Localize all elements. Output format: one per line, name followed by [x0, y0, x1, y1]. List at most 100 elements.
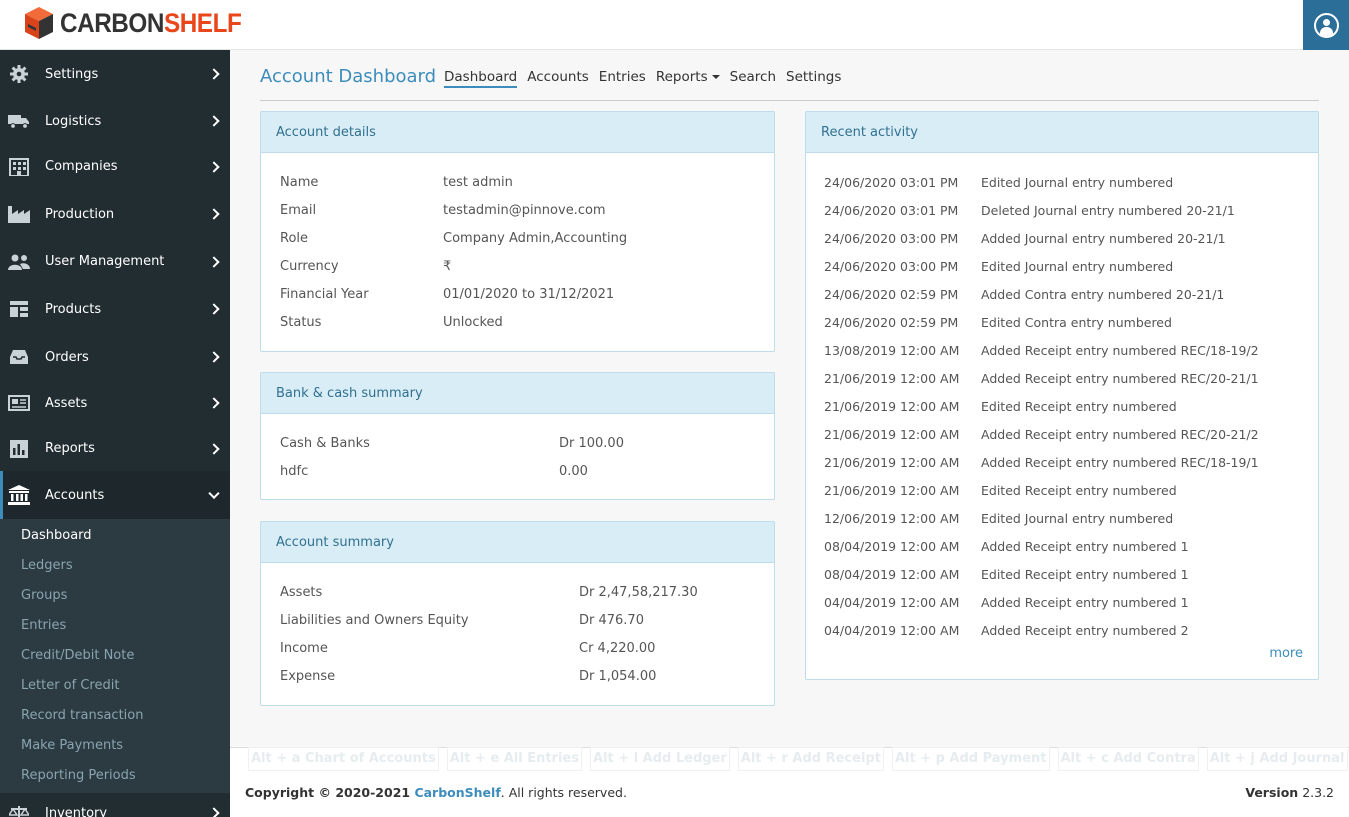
user-menu-button[interactable]	[1303, 0, 1349, 50]
sidebar-item-label: Products	[45, 301, 102, 317]
field-value: Dr 476.70	[579, 613, 644, 628]
field-value: Company Admin,Accounting	[443, 231, 628, 246]
field-value: testadmin@pinnove.com	[443, 203, 606, 218]
shortcut-hint[interactable]: Alt + l Add Ledger	[589, 747, 730, 771]
sidebar-item-settings[interactable]: Settings	[0, 50, 230, 98]
chevron-right-icon	[208, 442, 220, 455]
submenu-item-groups[interactable]: Groups	[0, 581, 230, 611]
shortcut-hint[interactable]: Alt + j Add Journal	[1206, 747, 1348, 771]
copyright-text: Copyright © 2020-2021 CarbonShelf. All r…	[245, 785, 627, 800]
shortcut-hint[interactable]: Alt + e All Entries	[446, 747, 582, 771]
activity-date: 08/04/2019 12:00 AM	[824, 567, 960, 582]
scale-icon	[8, 804, 30, 817]
chevron-right-icon	[208, 255, 220, 268]
field-value: Dr 2,47,58,217.30	[579, 585, 698, 600]
activity-text: Edited Journal entry numbered	[981, 259, 1174, 274]
field-label: Cash & Banks	[280, 436, 370, 451]
submenu-item-reporting-periods[interactable]: Reporting Periods	[0, 761, 230, 791]
activity-date: 24/06/2020 02:59 PM	[824, 315, 959, 330]
building-icon	[8, 157, 30, 176]
sidebar-item-companies[interactable]: Companies	[0, 144, 230, 189]
activity-date: 21/06/2019 12:00 AM	[824, 399, 960, 414]
sidebar-item-production[interactable]: Production	[0, 189, 230, 239]
submenu-item-letter-of-credit[interactable]: Letter of Credit	[0, 671, 230, 701]
sidebar-item-reports[interactable]: Reports	[0, 426, 230, 471]
field-label: Liabilities and Owners Equity	[280, 613, 469, 628]
submenu-item-credit-debit-note[interactable]: Credit/Debit Note	[0, 641, 230, 671]
dashboard-tabs: Dashboard Accounts Entries Reports Searc…	[444, 69, 851, 88]
field-value: Dr 1,054.00	[579, 669, 657, 684]
field-label: Email	[280, 203, 317, 218]
sidebar-item-orders[interactable]: Orders	[0, 334, 230, 380]
tab-entries[interactable]: Entries	[599, 69, 646, 88]
bar-chart-icon	[8, 439, 30, 458]
sidebar-item-label: Orders	[45, 349, 89, 365]
sidebar-item-inventory[interactable]: Inventory	[0, 793, 230, 817]
submenu-item-make-payments[interactable]: Make Payments	[0, 731, 230, 761]
factory-icon	[8, 205, 30, 223]
app-logo[interactable]: CARBONSHELF	[24, 6, 262, 40]
activity-date: 24/06/2020 02:59 PM	[824, 287, 959, 302]
panel-heading: Account summary	[261, 522, 774, 563]
shortcut-hint[interactable]: Alt + a Chart of Accounts	[248, 747, 439, 771]
field-label: Expense	[280, 669, 336, 684]
field-label: Income	[280, 641, 328, 656]
field-value: test admin	[443, 175, 513, 190]
panel-heading: Bank & cash summary	[261, 373, 774, 414]
top-bar: CARBONSHELF	[0, 0, 1349, 50]
activity-date: 21/06/2019 12:00 AM	[824, 483, 960, 498]
activity-text: Added Journal entry numbered 20-21/1	[981, 231, 1226, 246]
tab-dashboard[interactable]: Dashboard	[444, 69, 518, 88]
chevron-down-icon	[208, 487, 220, 500]
activity-text: Edited Journal entry numbered	[981, 175, 1174, 190]
shortcut-hint[interactable]: Alt + r Add Receipt	[737, 747, 884, 771]
sidebar-item-label: User Management	[45, 254, 165, 269]
field-value: Unlocked	[443, 315, 503, 330]
sidebar-item-logistics[interactable]: Logistics	[0, 98, 230, 144]
activity-date: 24/06/2020 03:01 PM	[824, 175, 959, 190]
activity-date: 21/06/2019 12:00 AM	[824, 455, 960, 470]
activity-date: 12/06/2019 12:00 AM	[824, 511, 960, 526]
version-text: Version 2.3.2	[1245, 785, 1334, 800]
activity-text: Added Receipt entry numbered 1	[981, 595, 1189, 610]
sidebar-item-label: Settings	[45, 66, 99, 82]
shortcut-hint[interactable]: Alt + c Add Contra	[1057, 747, 1199, 771]
field-label: Status	[280, 315, 322, 330]
sidebar-item-accounts[interactable]: Accounts	[0, 471, 230, 519]
box-logo-icon	[25, 7, 53, 39]
tab-search[interactable]: Search	[730, 69, 776, 88]
activity-text: Added Receipt entry numbered REC/20-21/2	[981, 427, 1259, 442]
field-label: Assets	[280, 585, 323, 600]
app-logo-text: CARBONSHELF	[60, 7, 242, 38]
shortcut-hint[interactable]: Alt + p Add Payment	[891, 747, 1050, 771]
submenu-item-record-transaction[interactable]: Record transaction	[0, 701, 230, 731]
activity-text: Edited Contra entry numbered	[981, 315, 1172, 330]
tab-accounts[interactable]: Accounts	[527, 69, 589, 88]
submenu-item-ledgers[interactable]: Ledgers	[0, 551, 230, 581]
activity-date: 13/08/2019 12:00 AM	[824, 343, 960, 358]
panel-heading: Account details	[261, 112, 774, 153]
submenu-item-entries[interactable]: Entries	[0, 611, 230, 641]
chevron-right-icon	[208, 351, 220, 363]
tab-reports[interactable]: Reports	[656, 69, 720, 88]
bank-cash-summary-panel: Bank & cash summary Cash & Banks Dr 100.0…	[260, 372, 775, 500]
sidebar-item-label: Reports	[45, 441, 95, 456]
chevron-right-icon	[208, 115, 220, 127]
field-value: Dr 100.00	[559, 436, 624, 451]
users-icon	[8, 253, 30, 271]
more-link[interactable]: more	[1269, 646, 1303, 661]
caret-down-icon	[711, 75, 720, 79]
activity-date: 24/06/2020 03:00 PM	[824, 259, 959, 274]
sidebar-item-assets[interactable]: Assets	[0, 380, 230, 426]
chevron-right-icon	[208, 160, 220, 173]
brand-link[interactable]: CarbonShelf	[414, 785, 500, 800]
activity-text: Edited Receipt entry numbered 1	[981, 567, 1189, 582]
sidebar-item-user-management[interactable]: User Management	[0, 239, 230, 284]
bank-icon	[8, 485, 30, 505]
sidebar-item-products[interactable]: Products	[0, 284, 230, 334]
grid-icon	[8, 300, 30, 318]
accounts-submenu: Dashboard Ledgers Groups Entries Credit/Debi…	[0, 519, 230, 793]
submenu-item-dashboard[interactable]: Dashboard	[0, 521, 230, 551]
activity-text: Edited Receipt entry numbered	[981, 483, 1177, 498]
tab-settings[interactable]: Settings	[786, 69, 841, 88]
